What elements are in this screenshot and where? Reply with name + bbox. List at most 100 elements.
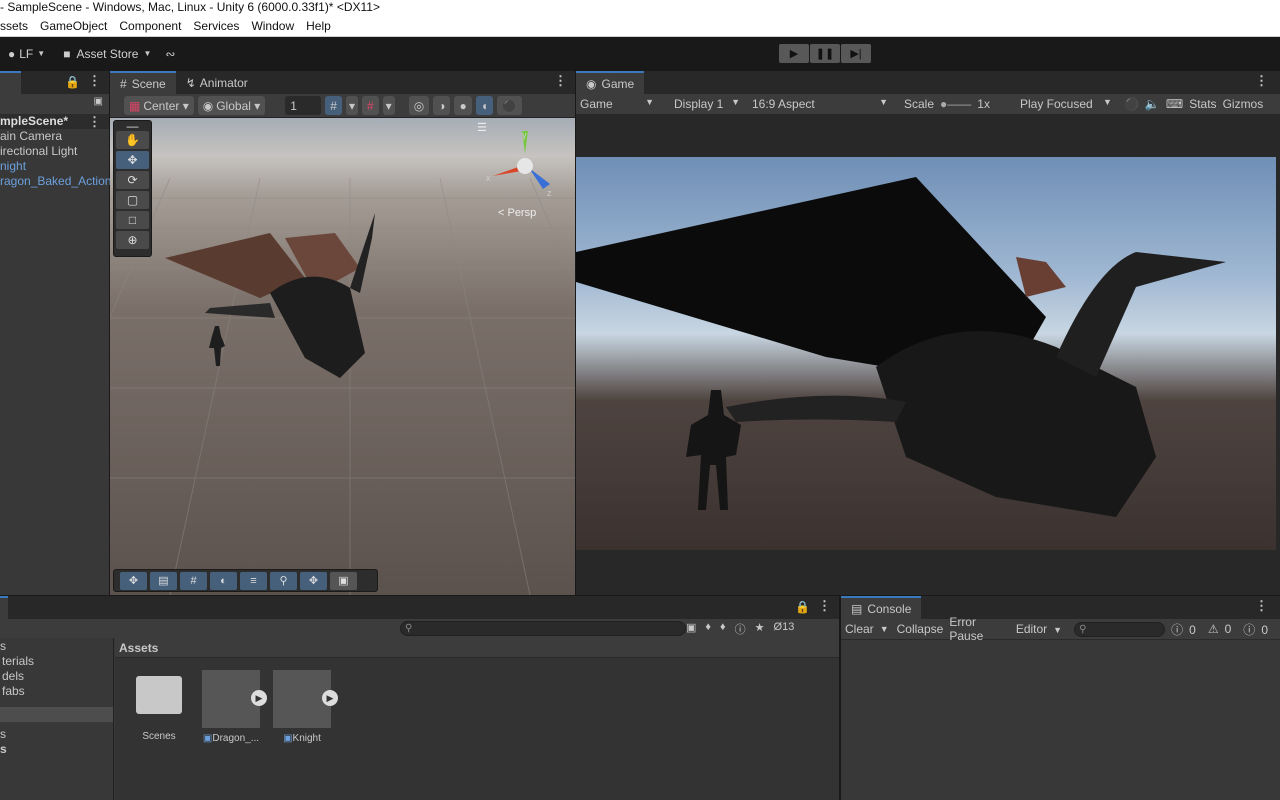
tab-game[interactable]: ◉ Game xyxy=(576,71,645,94)
asset-store-button[interactable]: Asset Store xyxy=(76,47,138,61)
debug-icon[interactable]: ⚫ xyxy=(496,96,522,115)
hierarchy-item-knight[interactable]: night xyxy=(0,159,109,174)
chevron-down-icon[interactable]: ▾ xyxy=(382,96,395,115)
breadcrumb[interactable]: Assets xyxy=(115,638,839,658)
info-icon[interactable]: ⓘ xyxy=(735,621,746,637)
move-tool-icon[interactable]: ✥ xyxy=(116,151,149,169)
tree-item[interactable]: terials xyxy=(0,654,113,669)
tree-item[interactable]: fabs xyxy=(0,684,113,699)
hamburger-icon[interactable]: ☰ xyxy=(477,121,487,134)
create-icon[interactable]: ▣ xyxy=(686,621,696,637)
menu-services[interactable]: Services xyxy=(187,19,245,33)
bug-icon[interactable]: ⚫ xyxy=(1124,97,1139,111)
asset-item-dragon[interactable]: ▣Dragon_... ▶ xyxy=(201,670,267,744)
menu-assets[interactable]: ssets xyxy=(0,19,34,33)
error-pause-button[interactable]: Error Pause xyxy=(949,615,1010,643)
version-control-icon[interactable]: ∾ xyxy=(165,47,175,61)
pivot-dropdown[interactable]: ▦ Center ▾ xyxy=(124,96,194,115)
chevron-down-icon[interactable]: ▼ xyxy=(880,624,889,634)
menu-gameobject[interactable]: GameObject xyxy=(34,19,113,33)
lock-icon[interactable]: 🔒 xyxy=(795,600,810,614)
more-icon[interactable]: ⋮ xyxy=(88,114,101,129)
camera-icon[interactable]: ▣ xyxy=(330,571,357,590)
grid-icon[interactable]: # xyxy=(180,571,207,590)
pause-button[interactable]: ❚❚ xyxy=(810,44,840,63)
play-button[interactable]: ▶ xyxy=(779,44,809,63)
editor-dropdown[interactable]: Editor ▼ xyxy=(1016,622,1068,636)
scale-tool-icon[interactable]: ▢ xyxy=(116,191,149,209)
console-search-input[interactable]: ⚲ xyxy=(1074,621,1166,637)
hand-tool-icon[interactable]: — xyxy=(116,120,149,132)
hierarchy-item-light[interactable]: irectional Light xyxy=(0,144,109,159)
rect-tool-icon[interactable]: □ xyxy=(116,211,149,229)
tab-scene[interactable]: # Scene xyxy=(110,71,176,94)
game-mode-dropdown[interactable]: Game ▼ xyxy=(580,97,660,111)
hierarchy-item-camera[interactable]: ain Camera xyxy=(0,129,109,144)
move-icon[interactable]: ✥ xyxy=(300,571,327,590)
audio-icon[interactable]: 🔈 xyxy=(1145,97,1160,111)
expand-arrow-icon[interactable]: ▶ xyxy=(322,690,338,706)
filter-type-icon[interactable]: ♦ xyxy=(705,621,711,637)
scene-root[interactable]: mpleScene* ⋮ xyxy=(0,114,109,129)
play-focused-dropdown[interactable]: Play Focused ▼ xyxy=(1020,97,1118,111)
wireframe-icon[interactable]: ◎ xyxy=(408,96,430,115)
label-icon[interactable]: ♦ xyxy=(720,621,726,637)
tree-item-selected[interactable] xyxy=(0,707,113,722)
persp-label[interactable]: < Persp xyxy=(498,207,536,219)
move-icon[interactable]: ✥ xyxy=(120,571,147,590)
error-toggle[interactable]: ⓘ 0 xyxy=(1243,621,1274,638)
orientation-gizmo[interactable]: y x z xyxy=(485,126,565,206)
space-dropdown[interactable]: ◉ Global ▾ xyxy=(197,96,266,115)
star-icon[interactable]: ★ xyxy=(755,621,765,637)
expand-icon[interactable]: ▣ xyxy=(94,96,103,107)
account-button[interactable]: LF xyxy=(19,47,33,61)
stats-button[interactable]: Stats xyxy=(1189,97,1216,111)
grid-snap-icon[interactable]: # xyxy=(325,96,342,115)
expand-arrow-icon[interactable]: ▶ xyxy=(251,690,267,706)
lock-icon[interactable]: 🔒 xyxy=(65,75,80,89)
hidden-icon[interactable]: Ø13 xyxy=(774,621,795,637)
search-input[interactable]: ⚲ xyxy=(400,621,686,636)
orbit-icon[interactable]: ◐ xyxy=(210,571,237,590)
asset-item-knight[interactable]: ▣Knight ▶ xyxy=(272,670,338,744)
tab-console[interactable]: ▤ Console xyxy=(841,596,922,619)
more-icon[interactable]: ⋮ xyxy=(1255,598,1268,614)
snap-increment-icon[interactable]: # xyxy=(361,96,379,115)
menu-help[interactable]: Help xyxy=(300,19,337,33)
hierarchy-item-dragon[interactable]: ragon_Baked_Action xyxy=(0,174,111,189)
project-tab[interactable] xyxy=(0,596,8,619)
align-icon[interactable]: ▤ xyxy=(150,571,177,590)
gizmos-button[interactable]: Gizmos xyxy=(1223,97,1264,111)
game-viewport[interactable] xyxy=(576,157,1276,550)
grid-size-field[interactable]: 1 xyxy=(285,96,322,115)
more-icon[interactable]: ⋮ xyxy=(818,598,831,614)
more-icon[interactable]: ⋮ xyxy=(88,73,101,89)
collapse-button[interactable]: Collapse xyxy=(897,622,944,636)
menu-window[interactable]: Window xyxy=(245,19,300,33)
aspect-dropdown[interactable]: 16:9 Aspect ▼ xyxy=(752,97,894,111)
tree-item[interactable]: s xyxy=(0,727,113,742)
log-toggle[interactable]: ⓘ 0 xyxy=(1171,621,1202,638)
step-button[interactable]: ▶| xyxy=(841,44,871,63)
keyboard-icon[interactable]: ⌨ xyxy=(1166,97,1183,111)
tab-animator[interactable]: ↯ Animator xyxy=(176,71,258,94)
scale-slider[interactable]: ●—— xyxy=(940,97,971,111)
chevron-down-icon[interactable]: ▾ xyxy=(345,96,358,115)
tree-item[interactable]: dels xyxy=(0,669,113,684)
more-icon[interactable]: ⋮ xyxy=(554,73,567,89)
scene-viewport[interactable]: y x z < Persp ☰ xyxy=(110,118,575,595)
hand-tool-icon[interactable]: ✋ xyxy=(116,131,149,149)
transform-tool-icon[interactable]: ⊕ xyxy=(116,231,149,249)
hierarchy-tab[interactable] xyxy=(0,71,21,94)
tree-item[interactable]: s xyxy=(0,639,113,654)
shaded-icon[interactable]: ● xyxy=(454,96,472,115)
tree-item[interactable]: s xyxy=(0,742,113,757)
more-icon[interactable]: ⋮ xyxy=(1255,73,1268,89)
layers-icon[interactable]: ≡ xyxy=(240,571,267,590)
shaded-wire-icon[interactable]: ◑ xyxy=(433,96,451,115)
display-dropdown[interactable]: Display 1 ▼ xyxy=(674,97,746,111)
search-icon[interactable]: ⚲ xyxy=(270,571,297,590)
lighting-icon[interactable]: ◖ xyxy=(475,96,493,115)
warning-toggle[interactable]: ⚠ 0 xyxy=(1208,622,1237,636)
rotate-tool-icon[interactable]: ⟳ xyxy=(116,171,149,189)
